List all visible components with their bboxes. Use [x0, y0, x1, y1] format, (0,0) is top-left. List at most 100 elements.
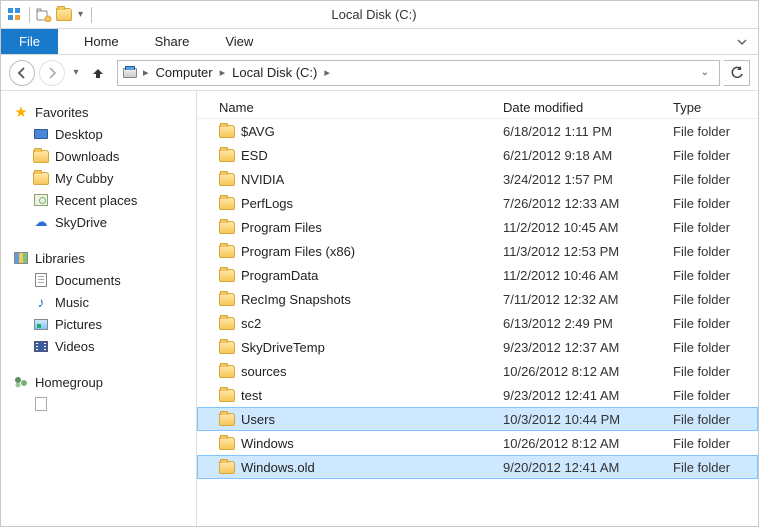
libraries-icon	[13, 250, 29, 266]
file-name: Windows	[241, 436, 294, 451]
cell-name: SkyDriveTemp	[197, 339, 503, 355]
folder-icon	[219, 315, 235, 331]
breadcrumb-sep-icon[interactable]: ▸	[217, 66, 229, 79]
tab-home[interactable]: Home	[66, 29, 137, 54]
cell-type: File folder	[673, 268, 758, 283]
sidebar-item-documents[interactable]: Documents	[11, 269, 192, 291]
file-rows: $AVG 6/18/2012 1:11 PM File folder ESD6/21/…	[197, 119, 758, 479]
address-bar[interactable]: ▸ Computer ▸ Local Disk (C:) ▸ ⌄	[117, 60, 720, 86]
sidebar-item-skydrive[interactable]: ☁ SkyDrive	[11, 211, 192, 233]
cell-type: File folder	[673, 244, 758, 259]
ribbon-expand-icon[interactable]	[726, 29, 758, 54]
table-row[interactable]: ESD6/21/2012 9:18 AMFile folder	[197, 143, 758, 167]
cell-date: 6/18/2012 1:11 PM	[503, 124, 673, 139]
cloud-icon: ☁	[33, 214, 49, 230]
table-row[interactable]: Users10/3/2012 10:44 PMFile folder	[197, 407, 758, 431]
back-button[interactable]	[9, 60, 35, 86]
breadcrumb-localdisk[interactable]: Local Disk (C:)	[230, 65, 319, 80]
properties-icon[interactable]	[7, 7, 23, 23]
address-dropdown-icon[interactable]: ⌄	[695, 67, 715, 78]
file-name: Windows.old	[241, 460, 315, 475]
folder-icon	[219, 363, 235, 379]
sidebar-item-label: Documents	[55, 273, 121, 288]
breadcrumb-computer[interactable]: Computer	[154, 65, 215, 80]
window-title: Local Disk (C:)	[100, 7, 648, 22]
table-row[interactable]: Windows10/26/2012 8:12 AMFile folder	[197, 431, 758, 455]
sidebar-item-label: SkyDrive	[55, 215, 107, 230]
table-row[interactable]: sc26/13/2012 2:49 PMFile folder	[197, 311, 758, 335]
table-row[interactable]: test9/23/2012 12:41 AMFile folder	[197, 383, 758, 407]
qat-dropdown-icon[interactable]: ▾	[76, 9, 85, 20]
cell-name: test	[197, 387, 503, 403]
file-name: ProgramData	[241, 268, 318, 283]
music-icon: ♪	[33, 294, 49, 310]
column-header-name[interactable]: Name	[197, 100, 503, 115]
table-row[interactable]: Program Files11/2/2012 10:45 AMFile fold…	[197, 215, 758, 239]
file-name: Users	[241, 412, 275, 427]
tab-file[interactable]: File	[1, 29, 58, 54]
file-name: Program Files	[241, 220, 322, 235]
pictures-icon	[33, 316, 49, 332]
file-name: ESD	[241, 148, 268, 163]
folder-icon	[219, 387, 235, 403]
file-name: sc2	[241, 316, 261, 331]
table-row[interactable]: PerfLogs7/26/2012 12:33 AMFile folder	[197, 191, 758, 215]
cell-name: Program Files	[197, 219, 503, 235]
tab-view[interactable]: View	[207, 29, 271, 54]
up-button[interactable]	[87, 62, 109, 84]
navigation-bar: ▾ ▸ Computer ▸ Local Disk (C:) ▸ ⌄	[1, 55, 758, 91]
sidebar-item-label: Desktop	[55, 127, 103, 142]
sidebar-item-desktop[interactable]: Desktop	[11, 123, 192, 145]
favorites-header[interactable]: ★ Favorites	[11, 101, 192, 123]
history-dropdown-icon[interactable]: ▾	[69, 67, 83, 78]
breadcrumb-sep-icon[interactable]: ▸	[140, 66, 152, 79]
new-folder-icon[interactable]	[36, 7, 52, 23]
column-header-date[interactable]: Date modified	[503, 100, 673, 115]
cell-date: 10/26/2012 8:12 AM	[503, 364, 673, 379]
sidebar-item-videos[interactable]: Videos	[11, 335, 192, 357]
file-name: PerfLogs	[241, 196, 293, 211]
table-row[interactable]: sources10/26/2012 8:12 AMFile folder	[197, 359, 758, 383]
file-name: $AVG	[241, 124, 275, 139]
open-folder-icon[interactable]	[56, 7, 72, 23]
table-row[interactable]: $AVG6/18/2012 1:11 PMFile folder	[197, 119, 758, 143]
table-row[interactable]: Program Files (x86)11/3/2012 12:53 PMFil…	[197, 239, 758, 263]
refresh-button[interactable]	[724, 60, 750, 86]
table-row[interactable]: SkyDriveTemp9/23/2012 12:37 AMFile folde…	[197, 335, 758, 359]
table-row[interactable]: NVIDIA3/24/2012 1:57 PMFile folder	[197, 167, 758, 191]
folder-icon	[219, 171, 235, 187]
tab-share[interactable]: Share	[137, 29, 208, 54]
folder-icon	[219, 195, 235, 211]
drive-icon	[122, 65, 138, 81]
cell-type: File folder	[673, 460, 758, 475]
sidebar-item-downloads[interactable]: Downloads	[11, 145, 192, 167]
file-name: test	[241, 388, 262, 403]
table-row[interactable]: Windows.old9/20/2012 12:41 AMFile folder	[197, 455, 758, 479]
table-row[interactable]: ProgramData11/2/2012 10:46 AMFile folder	[197, 263, 758, 287]
column-header-type[interactable]: Type	[673, 100, 758, 115]
separator	[29, 7, 30, 23]
sidebar-item-music[interactable]: ♪Music	[11, 291, 192, 313]
homegroup-group: Homegroup	[11, 371, 192, 415]
cell-date: 6/13/2012 2:49 PM	[503, 316, 673, 331]
cell-name: ESD	[197, 147, 503, 163]
homegroup-header[interactable]: Homegroup	[11, 371, 192, 393]
breadcrumb-sep-icon[interactable]: ▸	[321, 66, 333, 79]
sidebar-item-my-cubby[interactable]: My Cubby	[11, 167, 192, 189]
libraries-group: Libraries Documents ♪MusicPicturesVideos	[11, 247, 192, 357]
table-row[interactable]: RecImg Snapshots7/11/2012 12:32 AMFile f…	[197, 287, 758, 311]
title-bar: ▾ Local Disk (C:)	[1, 1, 758, 29]
file-name: RecImg Snapshots	[241, 292, 351, 307]
recent-places-icon	[33, 192, 49, 208]
forward-button[interactable]	[39, 60, 65, 86]
cell-name: Users	[197, 411, 503, 427]
cell-name: NVIDIA	[197, 171, 503, 187]
cell-date: 7/11/2012 12:32 AM	[503, 292, 673, 307]
file-name: NVIDIA	[241, 172, 284, 187]
sidebar-item-label: My Cubby	[55, 171, 114, 186]
nav-empty-file[interactable]	[11, 393, 192, 415]
libraries-header[interactable]: Libraries	[11, 247, 192, 269]
sidebar-item-recent-places[interactable]: Recent places	[11, 189, 192, 211]
sidebar-item-pictures[interactable]: Pictures	[11, 313, 192, 335]
cell-type: File folder	[673, 364, 758, 379]
